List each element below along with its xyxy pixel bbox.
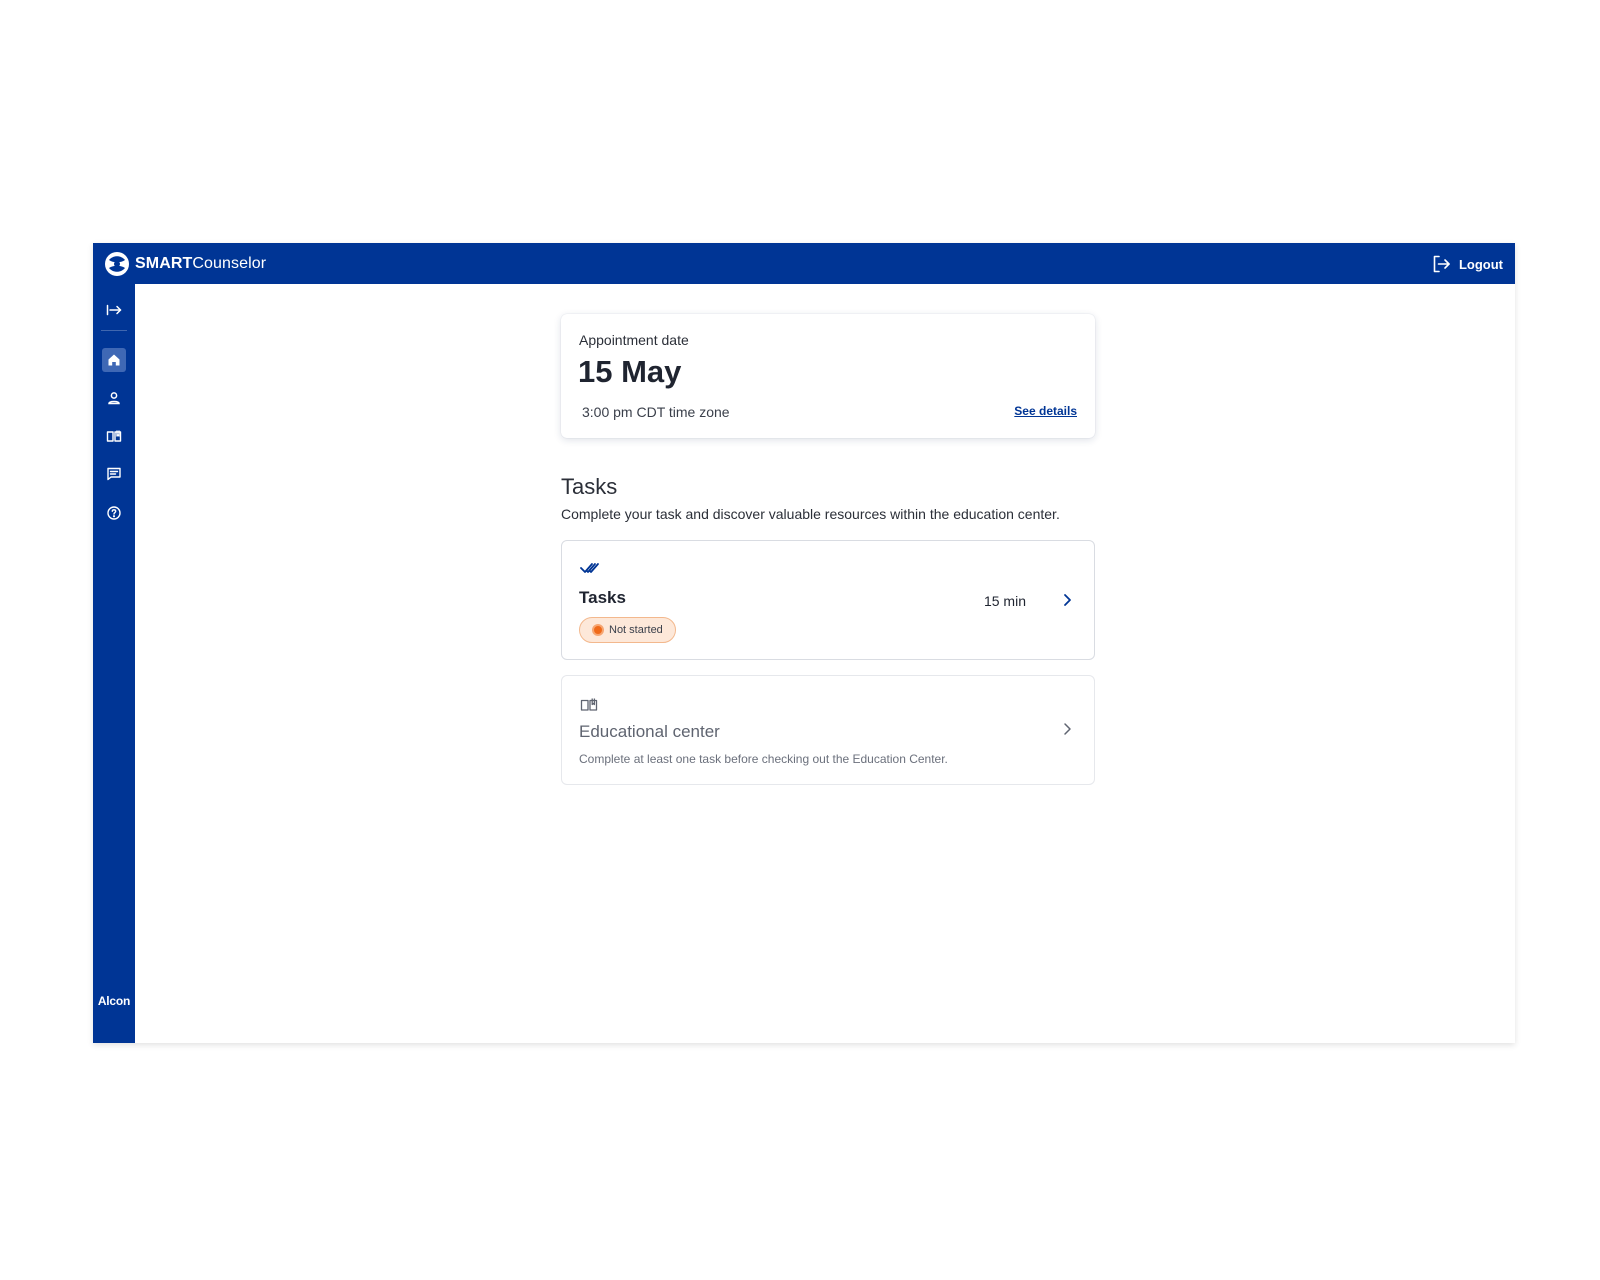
status-dot-icon xyxy=(592,624,604,636)
status-badge: Not started xyxy=(579,617,676,643)
app-window: SMARTCounselor Logout Alcon Appointment … xyxy=(93,243,1515,1043)
educational-center-card[interactable]: Educational center Complete at least one… xyxy=(561,675,1095,785)
logout-button[interactable]: Logout xyxy=(1431,253,1503,275)
brand-name: SMARTCounselor xyxy=(135,254,267,272)
main-content: Appointment date 15 May 3:00 pm CDT time… xyxy=(135,284,1515,1043)
tasks-section-subtitle: Complete your task and discover valuable… xyxy=(561,506,1060,522)
educational-center-description: Complete at least one task before checki… xyxy=(579,752,948,766)
appointment-time: 3:00 pm CDT time zone xyxy=(582,404,730,420)
brand[interactable]: SMARTCounselor xyxy=(104,250,266,277)
expand-arrow-icon xyxy=(106,304,122,316)
task-card[interactable]: Tasks Not started 15 min xyxy=(561,540,1095,660)
sidebar-expand-button[interactable] xyxy=(102,298,126,322)
person-icon xyxy=(108,392,120,405)
logout-label: Logout xyxy=(1458,256,1503,272)
sidebar-divider xyxy=(101,330,127,331)
chevron-right-icon[interactable] xyxy=(1060,722,1074,736)
book-icon xyxy=(580,698,598,711)
sidebar-item-education[interactable] xyxy=(102,424,126,448)
task-title: Tasks xyxy=(579,588,626,607)
home-icon xyxy=(108,354,120,366)
appointment-label: Appointment date xyxy=(579,332,689,348)
see-details-link[interactable]: See details xyxy=(1014,404,1077,418)
sidebar-item-help[interactable] xyxy=(102,501,126,525)
help-icon xyxy=(107,506,121,520)
chevron-right-icon[interactable] xyxy=(1060,593,1074,607)
double-check-icon xyxy=(580,563,599,573)
sidebar-item-profile[interactable] xyxy=(102,386,126,410)
sidebar: Alcon xyxy=(93,284,135,1043)
sidebar-item-messages[interactable] xyxy=(102,462,126,486)
educational-center-title: Educational center xyxy=(579,722,720,741)
logout-icon xyxy=(1433,255,1450,273)
task-duration: 15 min xyxy=(983,593,1026,609)
book-icon xyxy=(106,430,122,442)
smartcounselor-logo-icon xyxy=(105,251,129,276)
top-bar: SMARTCounselor Logout xyxy=(93,243,1515,284)
tasks-section-title: Tasks xyxy=(561,474,618,499)
alcon-logo: Alcon xyxy=(97,994,131,1008)
status-text: Not started xyxy=(609,624,663,636)
appointment-card: Appointment date 15 May 3:00 pm CDT time… xyxy=(561,314,1095,438)
chat-icon xyxy=(107,467,121,481)
sidebar-item-home[interactable] xyxy=(102,348,126,372)
appointment-date: 15 May xyxy=(578,354,682,389)
